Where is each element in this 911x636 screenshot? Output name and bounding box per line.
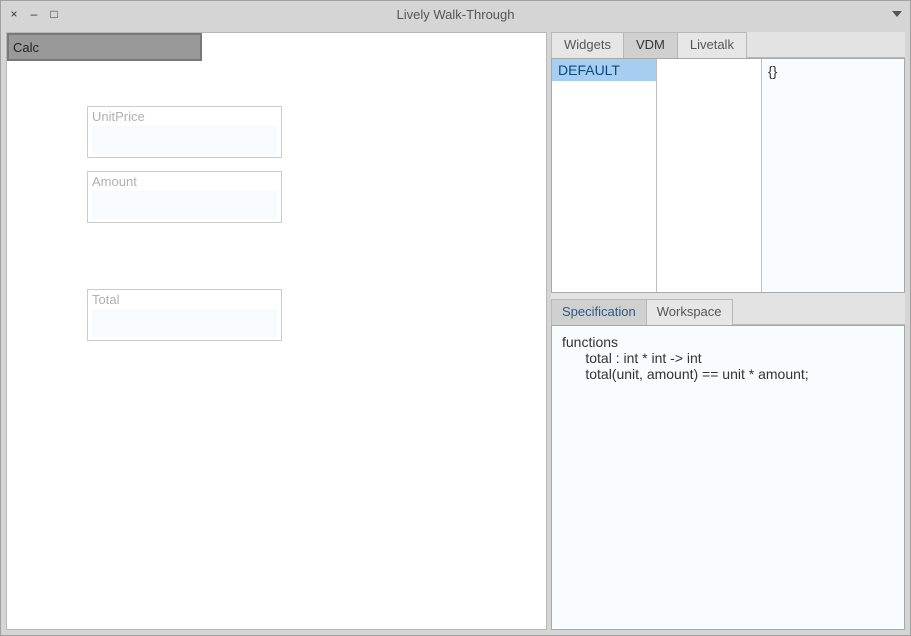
amount-input[interactable] bbox=[92, 191, 277, 219]
browser-column-3[interactable]: {} bbox=[762, 59, 904, 292]
tab-workspace[interactable]: Workspace bbox=[646, 299, 733, 325]
minimize-icon[interactable]: ‒ bbox=[27, 7, 41, 21]
browser-column-2[interactable] bbox=[657, 59, 762, 292]
window-title: Lively Walk-Through bbox=[396, 7, 514, 22]
widget-calc-button[interactable]: Calc bbox=[7, 33, 202, 61]
app-window: × ‒ □ Lively Walk-Through UnitPrice Amou… bbox=[0, 0, 911, 636]
unitprice-input[interactable] bbox=[92, 126, 277, 154]
total-input[interactable] bbox=[92, 309, 277, 337]
titlebar: × ‒ □ Lively Walk-Through bbox=[1, 1, 910, 27]
tabs-spacer bbox=[746, 32, 905, 58]
tab-livetalk[interactable]: Livetalk bbox=[677, 32, 747, 58]
amount-label: Amount bbox=[92, 174, 277, 189]
browser-item-default[interactable]: DEFAULT bbox=[552, 59, 656, 81]
widget-total[interactable]: Total bbox=[87, 289, 282, 341]
sub-tabs-spacer bbox=[732, 299, 905, 325]
main-area: UnitPrice Amount Calc Total Widgets VDM … bbox=[1, 27, 910, 635]
calc-label: Calc bbox=[13, 40, 39, 55]
menu-dropdown-icon[interactable] bbox=[890, 7, 904, 21]
unitprice-label: UnitPrice bbox=[92, 109, 277, 124]
titlebar-buttons: × ‒ □ bbox=[7, 7, 61, 21]
design-canvas[interactable]: UnitPrice Amount Calc Total bbox=[6, 32, 547, 630]
specification-editor[interactable]: functions total : int * int -> int total… bbox=[551, 325, 905, 630]
maximize-icon[interactable]: □ bbox=[47, 7, 61, 21]
main-tabs: Widgets VDM Livetalk bbox=[551, 32, 905, 58]
widget-amount[interactable]: Amount bbox=[87, 171, 282, 223]
tab-specification[interactable]: Specification bbox=[551, 299, 647, 325]
browser-col3-text: {} bbox=[768, 63, 777, 79]
right-panel: Widgets VDM Livetalk DEFAULT {} Specific… bbox=[551, 32, 905, 630]
tab-widgets[interactable]: Widgets bbox=[551, 32, 624, 58]
vdm-browser: DEFAULT {} bbox=[551, 58, 905, 293]
browser-column-1[interactable]: DEFAULT bbox=[552, 59, 657, 292]
widget-unitprice[interactable]: UnitPrice bbox=[87, 106, 282, 158]
total-label: Total bbox=[92, 292, 277, 307]
close-icon[interactable]: × bbox=[7, 7, 21, 21]
sub-tabs: Specification Workspace bbox=[551, 299, 905, 325]
tab-vdm[interactable]: VDM bbox=[623, 32, 678, 58]
